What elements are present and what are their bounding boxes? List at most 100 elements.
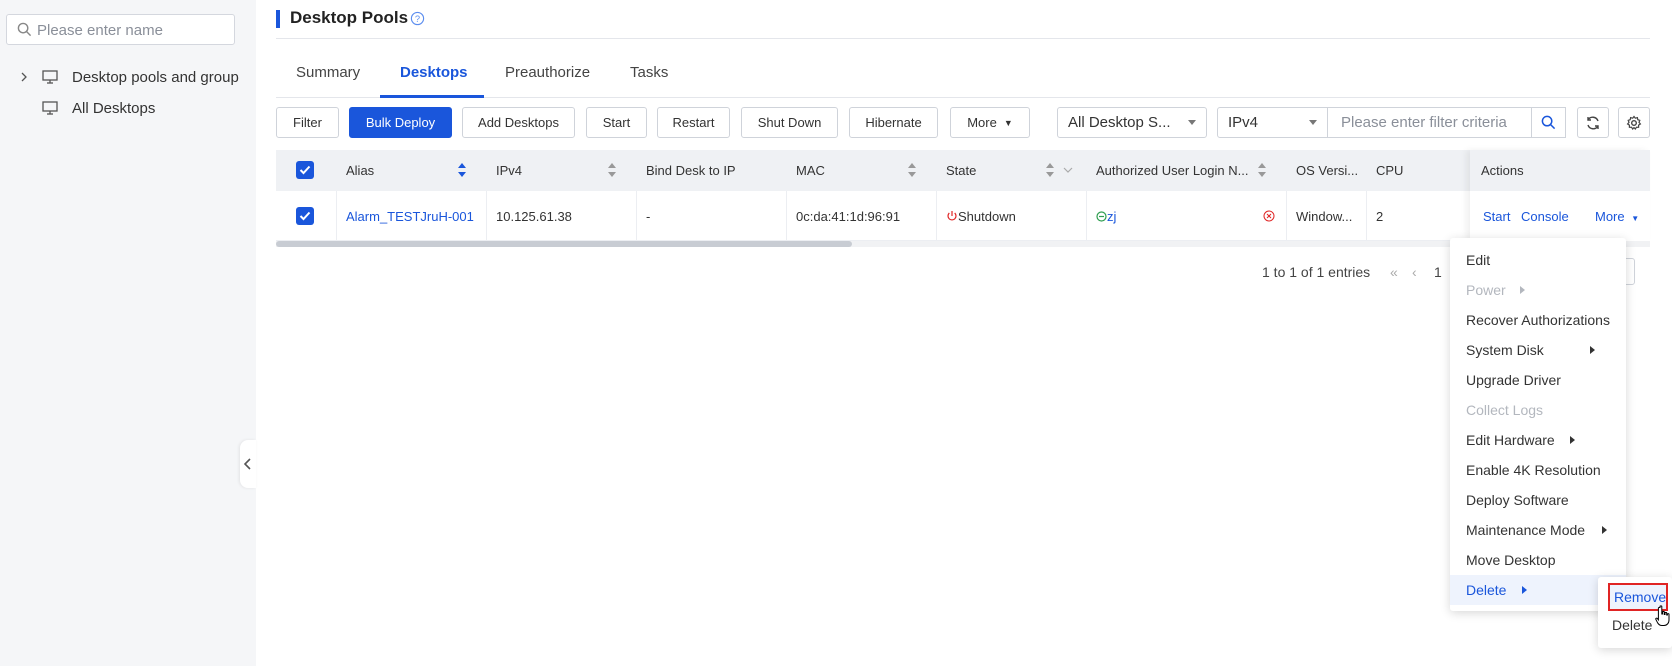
column-divider: [486, 191, 487, 241]
menu-item-power: Power: [1450, 275, 1626, 305]
cell-alias-link[interactable]: Alarm_TESTJruH-001: [346, 191, 474, 241]
column-header-authorized-user[interactable]: Authorized User Login N...: [1096, 150, 1248, 191]
actions-column: Actions Start Console More ▼: [1470, 150, 1650, 241]
state-label: Shutdown: [958, 208, 1016, 224]
column-header-mac[interactable]: MAC: [796, 150, 825, 191]
menu-item-label: Power: [1466, 282, 1506, 298]
sort-icon[interactable]: [1257, 162, 1267, 178]
filter-button[interactable]: Filter: [276, 107, 339, 138]
cell-state: Shutdown: [946, 191, 1016, 241]
column-divider: [786, 191, 787, 241]
hand-cursor-icon: [1655, 605, 1670, 626]
refresh-button[interactable]: [1577, 107, 1609, 138]
more-button[interactable]: More ▼: [950, 107, 1030, 138]
menu-item-edit-hardware[interactable]: Edit Hardware: [1450, 425, 1626, 455]
submenu-item-delete[interactable]: Delete: [1612, 617, 1652, 633]
menu-item-recover-authorizations[interactable]: Recover Authorizations: [1450, 305, 1626, 335]
menu-item-maintenance-mode[interactable]: Maintenance Mode: [1450, 515, 1626, 545]
column-header-cpu: CPU: [1376, 163, 1404, 178]
dropdown-arrow-icon: [1309, 120, 1317, 125]
sort-active-icon[interactable]: [457, 162, 467, 178]
submenu-arrow-icon: [1522, 586, 1527, 594]
column-header-state[interactable]: State: [946, 150, 976, 191]
user-online-icon: [1096, 210, 1107, 222]
filter-criteria-input[interactable]: Please enter filter criteria: [1327, 107, 1533, 138]
submenu-arrow-icon: [1520, 286, 1525, 294]
row-console-action[interactable]: Console: [1521, 209, 1569, 224]
menu-item-label: Edit Hardware: [1466, 432, 1555, 448]
cell-ipv4: 10.125.61.38: [496, 208, 572, 224]
tree-item-all-desktops[interactable]: All Desktops: [42, 96, 155, 120]
gear-icon: [1626, 115, 1642, 130]
remove-user-icon[interactable]: [1263, 210, 1275, 222]
authorized-user-link[interactable]: zj: [1107, 209, 1116, 224]
search-icon: [1541, 115, 1556, 130]
column-divider: [1286, 191, 1287, 241]
row-start-action[interactable]: Start: [1483, 209, 1510, 224]
pagination-summary: 1 to 1 of 1 entries: [1262, 264, 1371, 280]
current-page[interactable]: 1: [1434, 264, 1442, 280]
tab-desktops[interactable]: Desktops: [400, 64, 468, 81]
cell-authorized-user: zj: [1096, 191, 1116, 241]
tree-item-label: Desktop pools and group: [72, 68, 239, 86]
tab-tasks[interactable]: Tasks: [630, 64, 668, 81]
help-icon[interactable]: ?: [410, 11, 425, 26]
menu-item-edit[interactable]: Edit: [1450, 245, 1626, 275]
monitor-icon: [42, 101, 58, 115]
refresh-icon: [1587, 116, 1599, 129]
select-all-checkbox[interactable]: [296, 161, 314, 179]
chevron-right-icon[interactable]: [18, 71, 30, 83]
add-desktops-button[interactable]: Add Desktops: [462, 107, 575, 138]
sidebar-search-input[interactable]: [37, 20, 227, 40]
sort-icon[interactable]: [607, 162, 617, 178]
menu-item-system-disk[interactable]: System Disk: [1450, 335, 1626, 365]
svg-text:?: ?: [415, 14, 420, 24]
menu-item-upgrade-driver[interactable]: Upgrade Driver: [1450, 365, 1626, 395]
menu-item-move-desktop[interactable]: Move Desktop: [1450, 545, 1626, 575]
cell-mac: 0c:da:41:1d:96:91: [796, 208, 901, 224]
column-divider: [636, 191, 637, 241]
horizontal-scrollbar-thumb[interactable]: [276, 241, 852, 247]
tree-item-desktop-pools[interactable]: Desktop pools and group: [18, 65, 239, 89]
active-tab-indicator: [380, 95, 484, 98]
table-row[interactable]: Alarm_TESTJruH-001 10.125.61.38 - 0c:da:…: [276, 191, 1650, 241]
search-icon: [17, 22, 32, 37]
submenu-arrow-icon: [1590, 346, 1595, 354]
sidebar-collapse-toggle[interactable]: [240, 440, 256, 488]
row-more-action[interactable]: More ▼: [1595, 209, 1639, 224]
filter-field-select[interactable]: IPv4: [1217, 107, 1328, 138]
hibernate-button[interactable]: Hibernate: [849, 107, 938, 138]
filter-search-button[interactable]: [1531, 107, 1566, 138]
checkmark-icon: [299, 211, 311, 221]
tab-summary[interactable]: Summary: [296, 64, 360, 81]
sort-icon[interactable]: [907, 162, 917, 178]
filter-dropdown-icon[interactable]: [1063, 166, 1073, 174]
filter-field-value: IPv4: [1228, 114, 1259, 131]
sidebar: Desktop pools and group All Desktops: [0, 0, 256, 666]
desktop-status-select[interactable]: All Desktop S...: [1057, 107, 1207, 138]
column-header-alias[interactable]: Alias: [346, 150, 374, 191]
header-divider: [276, 38, 1650, 39]
tab-bar: Summary Desktops Preauthorize Tasks: [276, 56, 1650, 98]
menu-item-collect-logs: Collect Logs: [1466, 402, 1544, 418]
prev-page-icon[interactable]: ‹: [1412, 264, 1417, 280]
more-button-label: More: [967, 115, 997, 130]
cell-os-version: Window...: [1296, 208, 1353, 224]
menu-item-label: Maintenance Mode: [1466, 522, 1586, 538]
sidebar-search[interactable]: [6, 14, 235, 45]
power-off-icon: [947, 211, 957, 221]
row-checkbox[interactable]: [296, 207, 314, 225]
start-button[interactable]: Start: [586, 107, 647, 138]
settings-button[interactable]: [1618, 107, 1650, 138]
sort-icon[interactable]: [1045, 162, 1055, 178]
submenu-arrow-icon: [1570, 436, 1575, 444]
first-page-icon[interactable]: «: [1390, 264, 1398, 280]
column-header-ipv4[interactable]: IPv4: [496, 150, 522, 191]
menu-item-enable-4k[interactable]: Enable 4K Resolution: [1450, 455, 1626, 485]
restart-button[interactable]: Restart: [657, 107, 730, 138]
row-more-label: More: [1595, 209, 1625, 224]
tab-preauthorize[interactable]: Preauthorize: [505, 64, 590, 81]
menu-item-deploy-software[interactable]: Deploy Software: [1450, 485, 1626, 515]
bulk-deploy-button[interactable]: Bulk Deploy: [349, 107, 452, 138]
shut-down-button[interactable]: Shut Down: [741, 107, 838, 138]
